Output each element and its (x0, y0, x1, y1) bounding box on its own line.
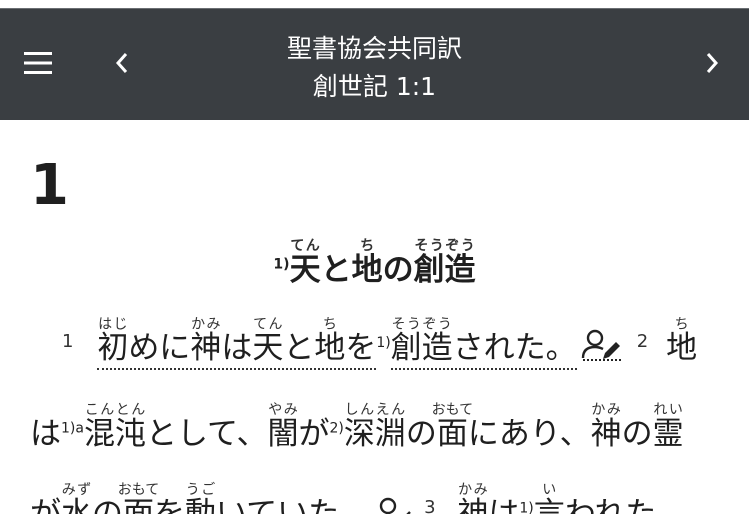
ruby-reading: ち (351, 238, 383, 254)
ruby-reading: そうぞう (390, 316, 453, 332)
ruby-word: 言い (533, 482, 565, 514)
plain-text: にあり、 (467, 416, 591, 452)
header-titles: 聖書協会共同訳 創世記 1:1 (200, 31, 549, 105)
footnote-marker[interactable]: 1) (273, 257, 289, 273)
verse-number[interactable]: 3 (424, 497, 435, 514)
ruby-word: 天てん (252, 316, 284, 366)
ruby-reading: ち (314, 316, 346, 332)
ruby-reading: そうぞう (413, 238, 476, 254)
plain-text: の (382, 252, 414, 288)
heading-text: 天てんと地ちの創造そうぞう (289, 238, 476, 288)
plain-text: を (345, 330, 377, 366)
ruby-word: 神かみ (190, 316, 222, 366)
next-chapter-button[interactable] (688, 39, 736, 87)
ruby-reading: こんとん (83, 402, 146, 418)
chevron-right-icon (706, 53, 719, 73)
ruby-word: 水みず (61, 482, 92, 514)
scripture-content: 1 1)天てんと地ちの創造そうぞう 1 初はじめに神かみは天てんと地ちを1)創造… (0, 120, 749, 514)
top-border (0, 0, 749, 9)
plain-text: と (283, 330, 315, 366)
ruby-reading: うご (185, 482, 216, 498)
note-button[interactable] (581, 328, 623, 372)
ruby-reading: かみ (590, 402, 622, 418)
ruby-reading: かみ (190, 316, 222, 332)
section-heading: 1)天てんと地ちの創造そうぞう (0, 238, 749, 290)
ruby-reading: はじ (97, 316, 129, 332)
chevron-left-icon (115, 53, 128, 73)
plain-text: として、 (145, 416, 268, 452)
footnote-marker[interactable]: 1) (376, 335, 390, 351)
ruby-word: 地ち (314, 316, 346, 366)
ruby-word: 地ち (666, 316, 698, 366)
verse-text: 地ち (666, 316, 698, 366)
bible-version-title[interactable]: 聖書協会共同訳 (200, 31, 549, 67)
menu-button[interactable] (14, 39, 62, 87)
verse-text: 言いわれた (533, 482, 657, 514)
plain-text: と (320, 252, 352, 288)
ruby-word: 霊れい (652, 402, 684, 452)
ruby-reading: みず (61, 482, 92, 498)
highlighted-text[interactable]: 創造そうぞうされた。 (390, 316, 577, 370)
verse-number[interactable]: 1 (62, 331, 73, 352)
verse-text: は (30, 416, 61, 452)
chapter-number: 1 (30, 153, 69, 218)
plain-text: いていた。 (216, 496, 371, 514)
ruby-reading: かみ (457, 482, 489, 498)
hamburger-menu-icon (24, 52, 52, 74)
plain-text: の (621, 416, 653, 452)
ruby-word: 神かみ (590, 402, 622, 452)
plain-text: が (298, 416, 330, 452)
ruby-word: 創造そうぞう (413, 238, 476, 288)
ruby-word: 面おもて (117, 482, 160, 514)
ruby-word: 地ち (351, 238, 383, 288)
ruby-word: 初はじ (97, 316, 129, 366)
verse-text: 深淵しんえんの面おもてにあり、神かみの霊れい (343, 402, 684, 452)
ruby-word: 動うご (185, 482, 216, 514)
ruby-word: 深淵しんえん (343, 402, 406, 452)
ruby-reading: れい (652, 402, 684, 418)
ruby-word: 神かみ (457, 482, 489, 514)
verse-text: 混沌こんとんとして、闇やみが (83, 402, 330, 452)
ruby-reading: おもて (431, 402, 474, 418)
highlighted-text[interactable]: 初はじめに神かみは天てんと地ちを (97, 316, 377, 370)
verse-text: が水みずの面おもてを動うごいていた。 (30, 482, 371, 514)
passage-reference[interactable]: 創世記 1:1 (200, 69, 549, 105)
ruby-word: 面おもて (431, 402, 474, 452)
person-icon (379, 497, 411, 514)
ruby-reading: てん (289, 238, 321, 254)
verse-line: は1)a混沌こんとんとして、闇やみが2)深淵しんえんの面おもてにあり、神かみの霊… (30, 402, 684, 454)
app-header: 聖書協会共同訳 創世記 1:1 (0, 9, 749, 120)
note-button[interactable] (374, 496, 414, 514)
plain-text: は (221, 330, 253, 366)
ruby-word: 混沌こんとん (83, 402, 146, 452)
plain-text: された。 (452, 330, 577, 366)
previous-chapter-button[interactable] (100, 39, 144, 87)
person-edit-icon (581, 329, 621, 361)
plain-text: を (154, 496, 185, 514)
plain-text: は (488, 496, 520, 514)
footnote-marker[interactable]: 2) (329, 421, 343, 437)
footnote-marker[interactable]: 1) (519, 501, 533, 514)
ruby-reading: い (533, 482, 565, 498)
ruby-reading: てん (252, 316, 284, 332)
footnote-marker[interactable]: 1)a (61, 421, 84, 437)
verse-text: 神かみは (457, 482, 520, 514)
plain-text: が (30, 496, 61, 514)
ruby-word: 天てん (289, 238, 321, 288)
ruby-reading: やみ (267, 402, 299, 418)
ruby-word: 闇やみ (267, 402, 299, 452)
ruby-reading: しんえん (343, 402, 406, 418)
ruby-reading: ち (666, 316, 698, 332)
ruby-word: 創造そうぞう (390, 316, 453, 366)
verse-number[interactable]: 2 (637, 331, 648, 352)
plain-text: われた (564, 496, 657, 514)
ruby-reading: おもて (117, 482, 160, 498)
verse-line: が水みずの面おもてを動うごいていた。 3 神かみは1)言いわれた (30, 482, 656, 514)
plain-text: めに (128, 330, 191, 366)
verse-line: 1 初はじめに神かみは天てんと地ちを1)創造そうぞうされた。 2 地ち (62, 316, 697, 372)
